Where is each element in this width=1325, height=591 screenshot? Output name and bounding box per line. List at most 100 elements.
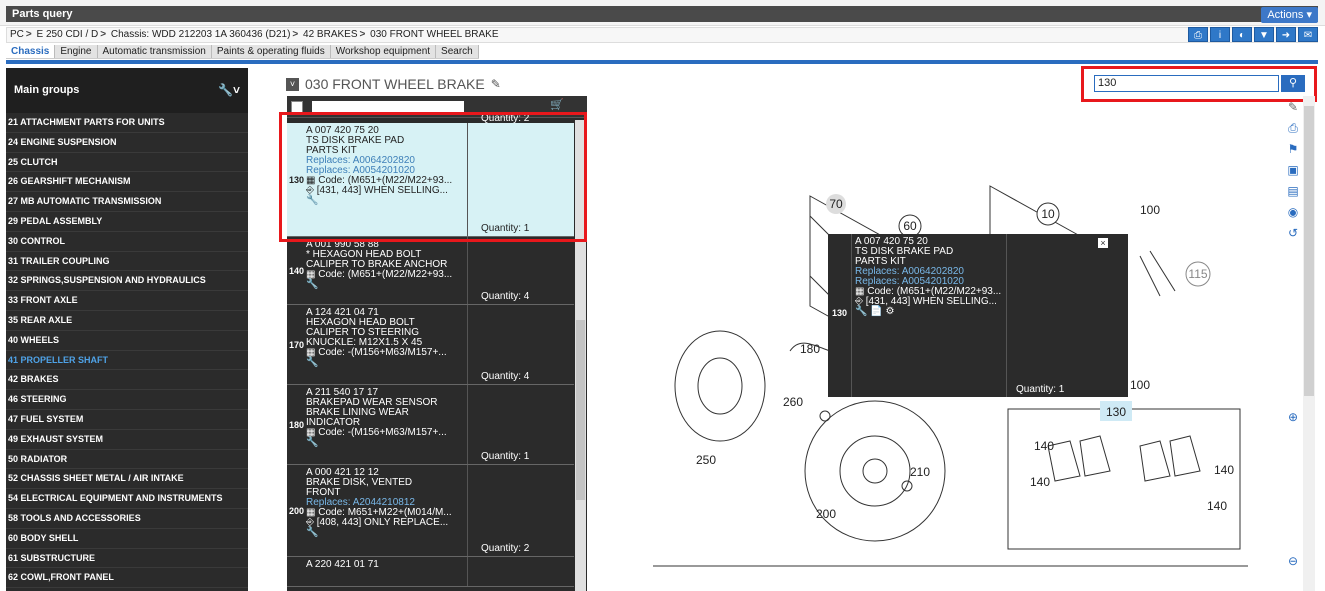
gears-icon[interactable]: ⚙ [885, 306, 894, 317]
diagram-label[interactable]: 140 [1207, 499, 1227, 513]
chevron-right-icon: > [100, 29, 107, 40]
cart-icon[interactable]: 🛒 [550, 98, 564, 111]
sidebar-item[interactable]: 25 CLUTCH [6, 153, 248, 173]
diagram-label[interactable]: 180 [800, 342, 820, 356]
quantity: Quantity: 1 [481, 451, 530, 462]
diagram-scrollbar[interactable] [1303, 96, 1315, 591]
mail-icon[interactable]: ✉ [1298, 27, 1318, 42]
sidebar-item[interactable]: 41 PROPELLER SHAFT [6, 351, 248, 371]
sidebar-item[interactable]: 40 WHEELS [6, 331, 248, 351]
close-icon[interactable]: × [1098, 238, 1108, 248]
tab-workshop-equipment[interactable]: Workshop equipment [331, 45, 437, 58]
sidebar-item[interactable]: 24 ENGINE SUSPENSION [6, 133, 248, 153]
diagram-label[interactable]: 140 [1214, 463, 1234, 477]
breadcrumb-item[interactable]: 42 BRAKES [303, 29, 357, 40]
tab-paints[interactable]: Paints & operating fluids [212, 45, 331, 58]
column-divider [467, 465, 468, 556]
tab-engine[interactable]: Engine [55, 45, 98, 58]
filter-icon[interactable]: ▼ [1254, 27, 1274, 42]
diagram-label[interactable]: 250 [696, 453, 716, 467]
table-row[interactable]: A 220 421 01 71 [287, 557, 574, 587]
diagram-label[interactable]: 140 [1034, 439, 1054, 453]
breadcrumb-item[interactable]: Chassis: WDD 212203 1A 360436 (D21) [111, 29, 291, 40]
quantity: Quantity: 4 [481, 371, 530, 382]
breadcrumb-item: 030 FRONT WHEEL BRAKE [370, 29, 499, 40]
sidebar-item[interactable]: 32 SPRINGS,SUSPENSION AND HYDRAULICS [6, 271, 248, 292]
sidebar-item[interactable]: 30 CONTROL [6, 232, 248, 252]
diagram-label[interactable]: 130 [1106, 405, 1126, 419]
part-code: Code: -(M156+M63/M157+... [318, 347, 447, 358]
table-row[interactable]: 200 A 000 421 12 12 BRAKE DISK, VENTED FRON… [287, 465, 574, 557]
sidebar-item[interactable]: 26 GEARSHIFT MECHANISM [6, 172, 248, 193]
sidebar-item[interactable]: 54 ELECTRICAL EQUIPMENT AND INSTRUMENTS [6, 489, 248, 509]
flag-icon[interactable]: ⚑ [1286, 142, 1300, 156]
wrench-icon[interactable]: 🔧 [306, 279, 318, 290]
sidebar-item[interactable]: 58 TOOLS AND ACCESSORIES [6, 509, 248, 529]
print-icon[interactable]: ⎙ [1188, 27, 1208, 42]
part-position: 170 [288, 340, 305, 350]
popup-divider [1006, 234, 1007, 397]
diagram-label[interactable]: 140 [1030, 475, 1050, 489]
scroll-thumb[interactable] [1304, 106, 1314, 396]
sidebar-item[interactable]: 35 REAR AXLE [6, 311, 248, 331]
comment-icon[interactable]: ▣ [1286, 163, 1300, 177]
target-icon[interactable]: ◉ [1286, 205, 1300, 219]
table-row[interactable]: 140 A 001 990 58 88 * HEXAGON HEAD BOLT CAL… [287, 237, 574, 305]
wrench-icon[interactable]: 🔧 [306, 527, 318, 538]
diagram-label[interactable]: 200 [816, 507, 836, 521]
diagram-label[interactable]: 10 [1041, 207, 1055, 221]
diagram-label[interactable]: 260 [783, 395, 803, 409]
edit-icon[interactable]: ✎ [1286, 100, 1300, 114]
actions-button[interactable]: Actions ▾ [1261, 7, 1318, 23]
edit-icon[interactable]: ✎ [491, 77, 501, 91]
part-details: A 124 421 04 71 HEXAGON HEAD BOLT CALIPER … [306, 308, 466, 368]
diagram-label[interactable]: 70 [829, 197, 843, 211]
table-row[interactable]: 170 A 124 421 04 71 HEXAGON HEAD BOLT CALIP… [287, 305, 574, 385]
print-icon[interactable]: ⎙ [1286, 121, 1300, 135]
sidebar-item[interactable]: 62 COWL,FRONT PANEL [6, 568, 248, 589]
sidebar-item[interactable]: 50 RADIATOR [6, 450, 248, 470]
reset-icon[interactable]: ↺ [1286, 226, 1300, 240]
save-icon[interactable]: ▤ [1286, 184, 1300, 198]
sidebar-item[interactable]: 21 ATTACHMENT PARTS FOR UNITS [6, 113, 248, 133]
breadcrumb-item[interactable]: E 250 CDI / D [37, 29, 99, 40]
wrench-icon[interactable]: 🔧 [306, 357, 318, 368]
column-divider [467, 237, 468, 304]
tab-search[interactable]: Search [436, 45, 479, 58]
sidebar-item[interactable]: 60 BODY SHELL [6, 529, 248, 549]
wrench-icon[interactable]: 🔧 [306, 437, 318, 448]
part-details: A 220 421 01 71 [306, 560, 466, 570]
export-icon[interactable]: ➜ [1276, 27, 1296, 42]
selected-part-highlight [279, 112, 587, 242]
diagram-label[interactable]: 210 [910, 465, 930, 479]
toggle-icon[interactable]: ◐ [1232, 27, 1252, 42]
tab-chassis[interactable]: Chassis [6, 45, 56, 58]
diagram-label[interactable]: 100 [1140, 203, 1160, 217]
document-icon[interactable]: 📄 [870, 306, 882, 317]
sidebar-header: Main groups 🔧˅ [6, 68, 248, 113]
wrench-icon[interactable]: 🔧 [855, 306, 867, 317]
chevron-down-icon[interactable]: ˅ [286, 77, 299, 91]
sidebar-item[interactable]: 29 PEDAL ASSEMBLY [6, 212, 248, 232]
diagram-label[interactable]: 100 [1130, 378, 1150, 392]
sidebar-item[interactable]: 31 TRAILER COUPLING [6, 252, 248, 272]
sidebar-item[interactable]: 49 EXHAUST SYSTEM [6, 430, 248, 450]
zoom-out-icon[interactable]: ⊖ [1286, 554, 1300, 568]
sidebar-item[interactable]: 46 STEERING [6, 390, 248, 410]
sidebar-item[interactable]: 52 CHASSIS SHEET METAL / AIR INTAKE [6, 469, 248, 490]
table-row[interactable]: 180 A 211 540 17 17 BRAKEPAD WEAR SENSOR BR… [287, 385, 574, 465]
scroll-thumb[interactable] [576, 320, 585, 500]
diagram-label[interactable]: 115 [1188, 267, 1207, 281]
sidebar-item[interactable]: 27 MB AUTOMATIC TRANSMISSION [6, 192, 248, 212]
sidebar-item[interactable]: 61 SUBSTRUCTURE [6, 549, 248, 569]
tab-automatic-transmission[interactable]: Automatic transmission [98, 45, 212, 58]
sidebar-item[interactable]: 33 FRONT AXLE [6, 291, 248, 311]
wrench-icon[interactable]: 🔧˅ [218, 68, 240, 113]
sidebar-item[interactable]: 42 BRAKES [6, 370, 248, 391]
breadcrumb-item[interactable]: PC [10, 29, 24, 40]
diagram-label[interactable]: 60 [903, 219, 917, 233]
sidebar-item[interactable]: 47 FUEL SYSTEM [6, 410, 248, 430]
part-position: 140 [288, 266, 305, 276]
zoom-in-icon[interactable]: ⊕ [1286, 410, 1300, 424]
info-icon[interactable]: i [1210, 27, 1230, 42]
